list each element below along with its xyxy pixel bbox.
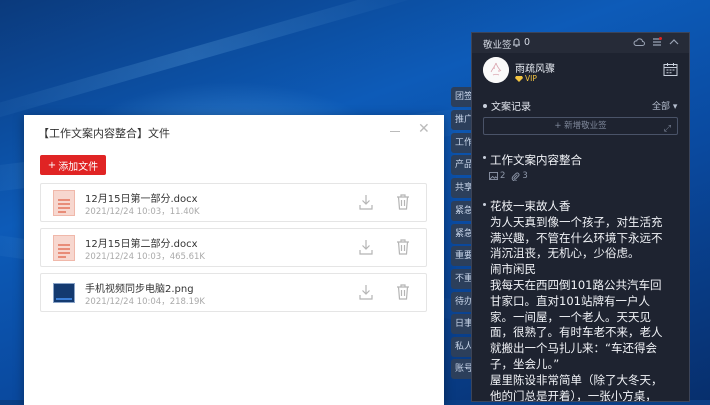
note-title[interactable]: 工作文案内容整合 [490,152,582,168]
side-tab[interactable]: 产品 [451,155,473,175]
file-item[interactable]: 手机视频同步电脑2.png 2021/12/24 10:04，218.19K [40,273,427,312]
add-file-button[interactable]: + 添加文件 [40,155,106,175]
vip-badge: VIP [515,74,537,83]
notes-panel: 敬业签 0 雨疏风骤 VIP 文案记录 全部 ▾ + 新增敬业签 ⤢ 工作文案内… [471,32,690,402]
section-bullet [483,104,487,108]
note-bullet [483,203,486,206]
note-line: 消沉沮丧，无机心，少俗虑。 [490,246,640,261]
image-thumbnail-icon [53,283,75,303]
caret-down-icon: ▾ [670,102,678,112]
file-window-title: 【工作文案内容整合】文件 [38,127,170,140]
trash-icon[interactable] [396,239,410,255]
side-tab[interactable]: 待办 [451,292,473,312]
note-line: 我每天在西四倒101路公共汽车回 [490,277,662,292]
vip-label: VIP [525,74,537,83]
file-window: 【工作文案内容整合】文件 ✕ + 添加文件 12月15日第一部分.docx 20… [24,115,444,405]
note-line: 屋里陈设非常简单（除了大冬天， [490,372,663,387]
add-file-label: 添加文件 [58,161,99,173]
file-meta: 2021/12/24 10:03，465.61K [85,252,206,262]
chevron-up-icon[interactable] [669,38,679,46]
plus-icon: + [47,159,57,171]
side-tab[interactable]: 账号 [451,359,473,379]
trash-icon[interactable] [396,194,410,210]
user-name: 雨疏风骤 [515,64,555,75]
minimize-button[interactable] [390,131,400,132]
diamond-icon [515,75,523,82]
side-tab[interactable]: 重要 [451,246,473,266]
menu-icon[interactable] [652,37,662,47]
filter-label: 全部 [652,102,671,112]
note-line: 闹市闲民 [490,262,536,277]
note-line: 花枝一束故人香 [490,199,571,213]
side-tab[interactable]: 紧急 [451,224,473,244]
document-icon [53,190,75,216]
download-icon[interactable] [359,239,373,255]
calendar-icon[interactable] [663,62,678,77]
side-tab[interactable]: 推广 [451,110,473,130]
file-name: 12月15日第二部分.docx [85,239,198,250]
file-meta: 2021/12/24 10:03，11.40K [85,207,200,217]
close-button[interactable]: ✕ [418,122,430,136]
side-tab[interactable]: 私人 [451,337,473,357]
download-icon[interactable] [359,284,373,300]
paperclip-icon [512,172,520,181]
app-title: 敬业签 [483,40,512,51]
note-line: 就搬出一个马扎儿来：“车还得会 [490,341,657,356]
file-name: 手机视频同步电脑2.png [85,284,194,295]
file-count[interactable]: 3 [511,171,528,181]
side-tab[interactable]: 不重 [451,269,473,289]
side-tab[interactable]: 共享 [451,178,473,198]
image-count[interactable]: 2 [489,171,505,181]
section-title: 文案记录 [491,102,531,113]
new-note-button[interactable]: + 新增敬业签 ⤢ [483,117,678,135]
trash-icon[interactable] [396,284,410,300]
note-line: 甘家口。直对101站牌有一户人 [490,293,650,308]
file-item[interactable]: 12月15日第一部分.docx 2021/12/24 10:03，11.40K [40,183,427,222]
note-bullet [483,156,486,159]
new-note-label: + 新增敬业签 [554,121,607,131]
note-line: 为人天真到像一个孩子，对生活充 [490,214,663,229]
light-beam [0,0,442,134]
avatar[interactable] [483,57,509,83]
file-name: 12月15日第一部分.docx [85,194,198,205]
image-icon [489,172,498,180]
filter-dropdown[interactable]: 全部 ▾ [652,99,677,112]
expand-icon[interactable]: ⤢ [664,121,671,137]
note-line: 面，很熟了。有时车老不来，老人 [490,325,663,340]
notification-count: 0 [524,37,531,48]
note-line: 子，坐会儿。” [490,356,560,371]
side-tab[interactable]: 日事 [451,314,473,334]
bell-icon[interactable] [512,37,521,47]
document-icon [53,235,75,261]
note-line: 满兴趣，不管在什么环境下永远不 [490,230,663,245]
side-tab[interactable]: 紧急 [451,201,473,221]
download-icon[interactable] [359,194,373,210]
file-item[interactable]: 12月15日第二部分.docx 2021/12/24 10:03，465.61K [40,228,427,267]
file-meta: 2021/12/24 10:04，218.19K [85,297,206,307]
side-tab[interactable]: 工作 [451,133,473,153]
note-attachments: 2 3 [489,171,528,181]
note-line: 家。一间屋，一个老人。天天见 [490,309,651,324]
cloud-icon[interactable] [633,37,645,47]
note-content[interactable]: 花枝一束故人香 为人天真到像一个孩子，对生活充 满兴趣，不管在什么环境下永远不 … [490,199,686,401]
side-tab[interactable]: 团签 [451,87,473,107]
